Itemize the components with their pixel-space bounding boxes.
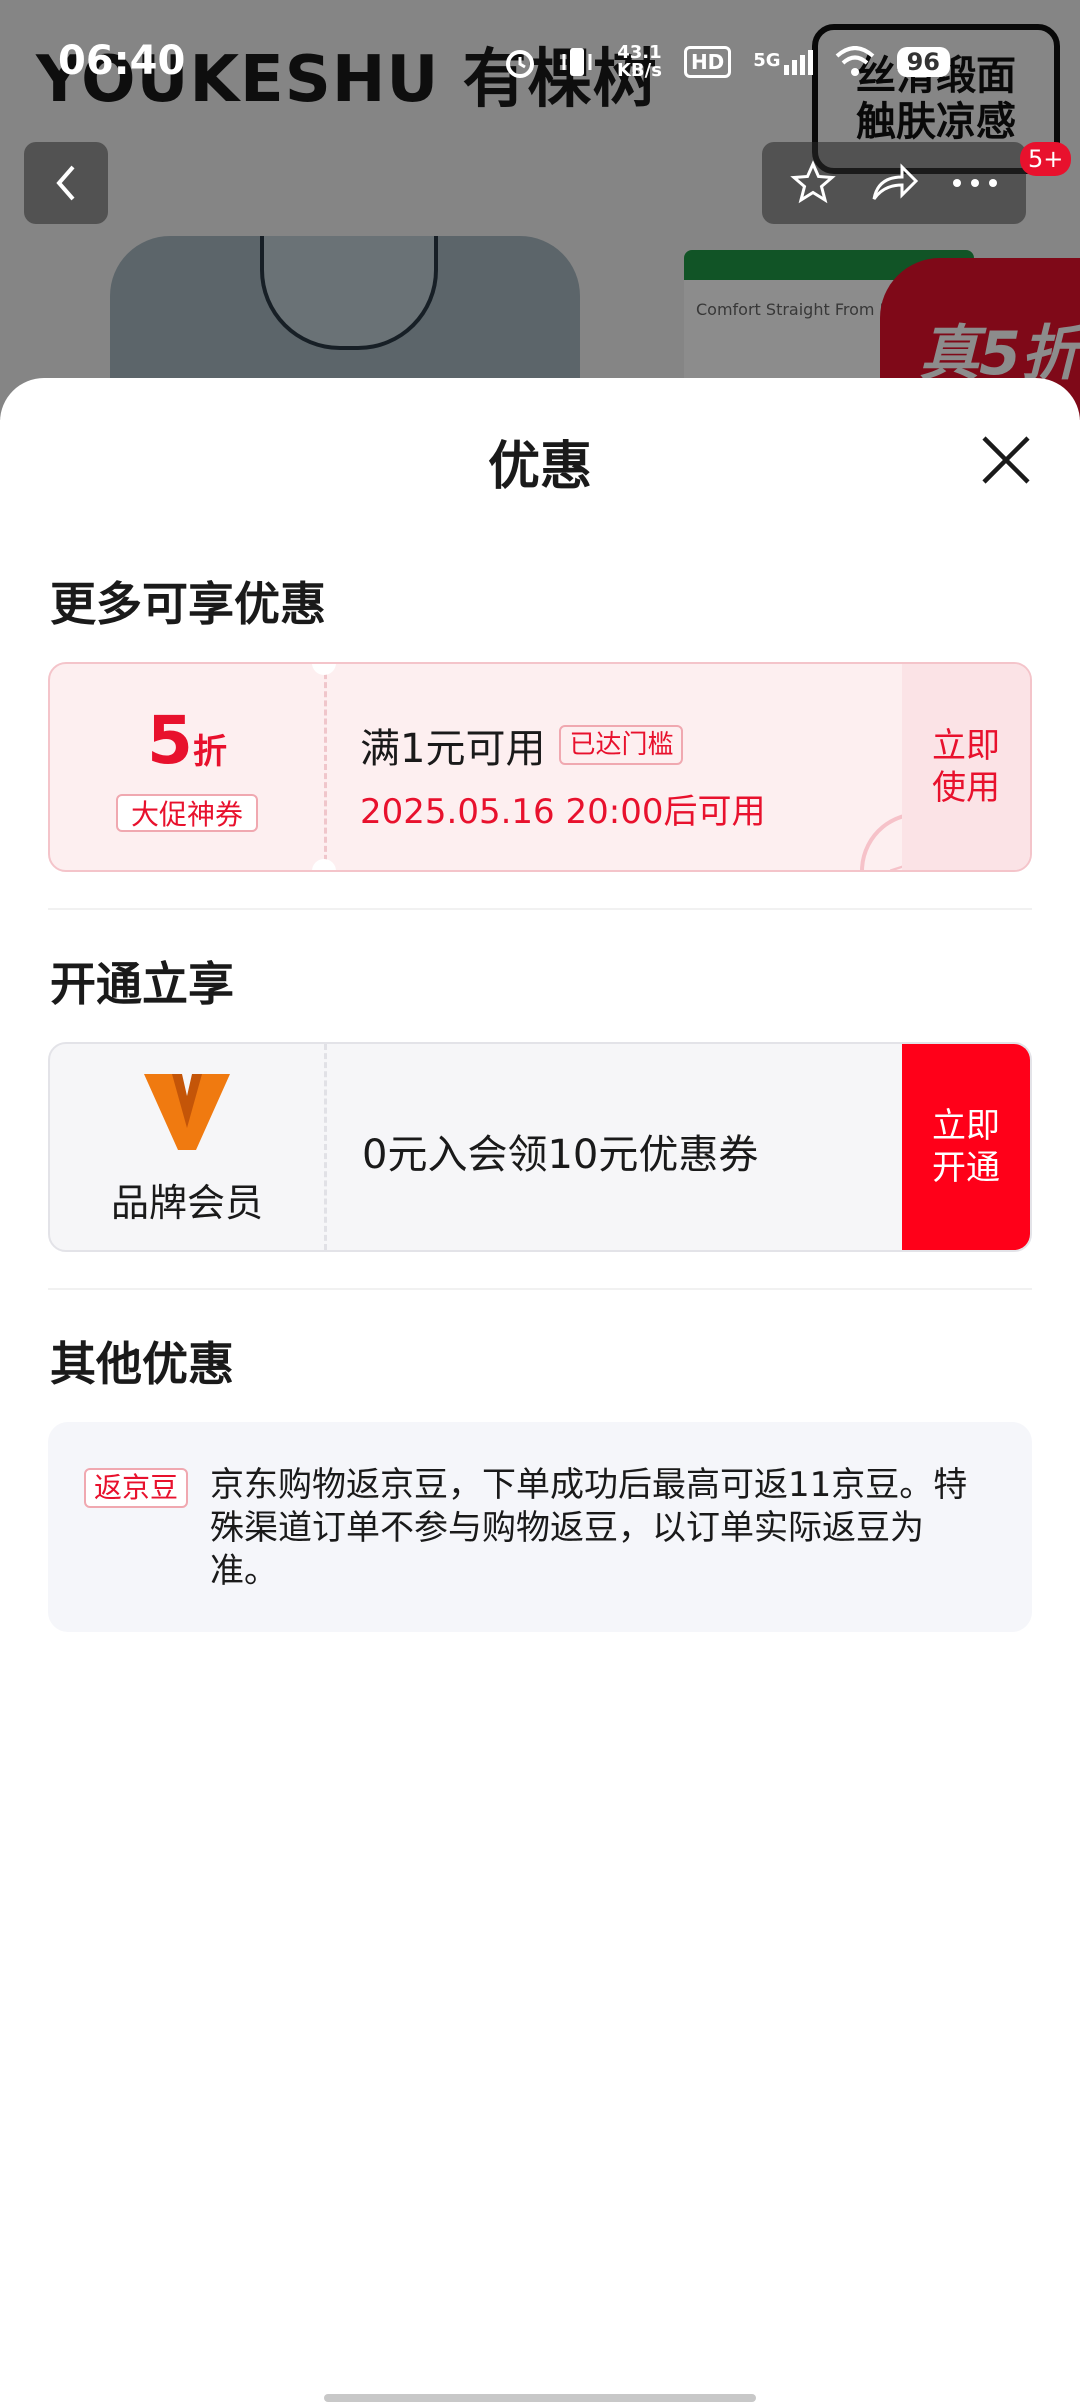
coupon-condition-row: 满1元可用 已达门槛 <box>360 716 765 774</box>
wifi-icon <box>835 46 874 76</box>
section-title-more-offers: 更多可享优惠 <box>50 577 326 631</box>
star-icon <box>789 160 836 204</box>
coupon-discount-unit: 折 <box>192 732 227 772</box>
coupon-type-tag: 大促神券 <box>116 794 258 832</box>
status-bar: 06:40 43.1 KB/s HD 5G 96 <box>0 0 1080 120</box>
share-button[interactable] <box>864 153 924 213</box>
sheet-title: 优惠 <box>487 437 592 497</box>
top-action-bar <box>762 142 1026 224</box>
network-speed: 43.1 KB/s <box>617 44 662 80</box>
jingdou-description: 京东购物返京豆，下单成功后最高可返11京豆。特殊渠道订单不参与购物返豆，以订单实… <box>210 1465 968 1591</box>
status-icons: 43.1 KB/s HD 5G 96 <box>503 44 950 80</box>
jingdou-tag: 返京豆 <box>84 1468 189 1508</box>
hd-icon: HD <box>683 46 732 78</box>
signal-5g-icon: 5G <box>753 49 813 75</box>
favorite-button[interactable] <box>783 153 843 213</box>
network-speed-unit: KB/s <box>616 60 662 81</box>
message-count-badge: 5+ <box>1020 142 1072 176</box>
signal-5g-label: 5G <box>753 49 781 71</box>
coupon-discount-number: 5 <box>147 702 193 779</box>
close-button[interactable] <box>976 430 1036 490</box>
more-dots-icon <box>953 179 998 187</box>
join-now-button[interactable]: 立即 开通 <box>902 1044 1030 1250</box>
section-title-other-offers: 其他优惠 <box>50 1337 234 1391</box>
brand-member-label: 品牌会员 <box>110 1181 263 1225</box>
battery-icon: 96 <box>896 47 950 77</box>
status-time: 06:40 <box>58 38 186 84</box>
use-now-button[interactable]: 立即 使用 <box>902 664 1030 870</box>
membership-card[interactable]: 品牌会员 0元入会领10元优惠券 立即 开通 <box>48 1042 1032 1252</box>
coupon-card[interactable]: 5折 大促神券 满1元可用 已达门槛 2025.05.16 20:00后可用 已… <box>48 662 1032 872</box>
coupon-details: 满1元可用 已达门槛 2025.05.16 20:00后可用 <box>360 716 765 833</box>
membership-offer-text: 0元入会领10元优惠券 <box>362 1132 759 1178</box>
chevron-left-icon <box>56 165 75 201</box>
section-divider <box>48 908 1032 910</box>
threshold-reached-tag: 已达门槛 <box>559 725 684 765</box>
brand-member-logo-icon <box>144 1074 230 1150</box>
close-icon <box>982 436 1030 484</box>
section-divider <box>48 1288 1032 1290</box>
coupon-condition: 满1元可用 <box>360 726 546 772</box>
share-icon <box>872 163 919 200</box>
coupon-discount: 5折 <box>50 702 324 779</box>
offers-sheet: 优惠 更多可享优惠 5折 大促神券 满1元可用 已达门槛 2025.05.16 … <box>0 378 1080 2408</box>
section-title-membership: 开通立享 <box>50 957 234 1011</box>
jingdou-cashback-card: 返京豆 京东购物返京豆，下单成功后最高可返11京豆。特殊渠道订单不参与购物返豆，… <box>48 1422 1032 1632</box>
coupon-notch-bottom <box>312 859 336 870</box>
alarm-icon <box>505 50 534 78</box>
vibrate-icon <box>562 48 592 76</box>
more-button[interactable] <box>945 153 1005 213</box>
home-indicator[interactable] <box>324 2394 756 2402</box>
back-button[interactable] <box>24 142 108 224</box>
coupon-valid-time: 2025.05.16 20:00后可用 <box>360 792 766 832</box>
